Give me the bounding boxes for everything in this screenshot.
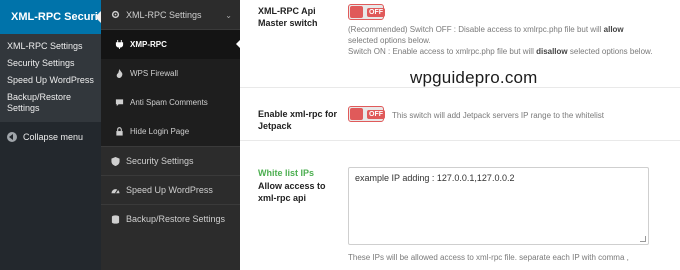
lock-icon bbox=[116, 127, 123, 136]
nav-speed-up-wordpress[interactable]: Speed Up WordPress bbox=[101, 175, 240, 204]
settings-content: XML-RPC Api Master switch OFF (Recommend… bbox=[240, 0, 680, 270]
gear-icon bbox=[111, 10, 120, 19]
submenu-security-settings[interactable]: Security Settings bbox=[0, 55, 101, 72]
plugin-menu-head[interactable]: XML-RPC Security bbox=[0, 0, 108, 34]
plugin-submenu: XML-RPC Settings Security Settings Speed… bbox=[0, 34, 101, 122]
nav-item-hide-login[interactable]: Hide Login Page bbox=[101, 117, 240, 146]
whitelist-section: White list IPs Allow access to xml-rpc a… bbox=[240, 150, 680, 270]
nav-section-label: XML-RPC Settings bbox=[126, 9, 202, 20]
plugin-nav: XML-RPC Settings ⌄ XMP-RPC WPS Firewall … bbox=[101, 0, 240, 270]
plugin-menu-title: XML-RPC Security bbox=[11, 11, 108, 23]
nav-item-wps-firewall[interactable]: WPS Firewall bbox=[101, 59, 240, 88]
submenu-speed-up-wordpress[interactable]: Speed Up WordPress bbox=[0, 72, 101, 89]
desc-text: selected options below. bbox=[567, 47, 653, 56]
nav-item-label: Anti Spam Comments bbox=[130, 98, 208, 107]
desc-text: Switch ON : Enable access to xmlrpc.php … bbox=[348, 47, 537, 56]
api-master-description: (Recommended) Switch OFF : Disable acces… bbox=[348, 24, 653, 57]
collapse-menu-label: Collapse menu bbox=[23, 132, 84, 142]
submenu-backup-restore[interactable]: Backup/Restore Settings bbox=[0, 89, 101, 117]
resize-handle[interactable] bbox=[640, 236, 646, 242]
watermark: wpguidepro.com bbox=[410, 68, 538, 87]
nav-item-label: Hide Login Page bbox=[130, 127, 190, 136]
nav-subsection: XMP-RPC WPS Firewall Anti Spam Comments … bbox=[101, 30, 240, 146]
whitelist-ips-textarea[interactable]: example IP adding : 127.0.0.1,127.0.0.2 bbox=[348, 167, 649, 245]
chevron-down-icon: ⌄ bbox=[225, 11, 232, 20]
shield-icon bbox=[111, 156, 120, 166]
nav-item-label: XMP-RPC bbox=[130, 40, 167, 49]
nav-item-label: WPS Firewall bbox=[130, 69, 179, 78]
whitelist-note: These IPs will be allowed access to xml-… bbox=[348, 253, 629, 262]
divider bbox=[240, 140, 680, 141]
desc-text: (Recommended) Switch OFF : Disable acces… bbox=[348, 25, 604, 34]
collapse-menu-button[interactable]: Collapse menu bbox=[0, 122, 101, 152]
jetpack-label: Enable xml-rpc for Jetpack bbox=[258, 109, 338, 131]
desc-emphasis: disallow bbox=[536, 47, 568, 56]
fire-icon bbox=[116, 69, 123, 78]
nav-section-xmlrpc-settings[interactable]: XML-RPC Settings ⌄ bbox=[101, 0, 240, 30]
nav-backup-restore[interactable]: Backup/Restore Settings bbox=[101, 204, 240, 233]
nav-item-xmp-rpc[interactable]: XMP-RPC bbox=[101, 30, 240, 59]
nav-main-label: Backup/Restore Settings bbox=[126, 214, 226, 224]
collapse-icon bbox=[7, 132, 17, 142]
desc-emphasis: allow bbox=[603, 25, 624, 34]
toggle-knob bbox=[350, 6, 363, 18]
dashboard-icon bbox=[111, 188, 120, 193]
divider bbox=[240, 87, 680, 88]
jetpack-toggle[interactable]: OFF bbox=[348, 106, 385, 122]
nav-main-label: Security Settings bbox=[126, 156, 194, 166]
database-icon bbox=[111, 214, 120, 224]
wp-admin-sidebar: XML-RPC Security XML-RPC Settings Securi… bbox=[0, 0, 108, 270]
nav-security-settings[interactable]: Security Settings bbox=[101, 146, 240, 175]
whitelist-title: White list IPs bbox=[258, 168, 315, 178]
submenu-xmlrpc-settings[interactable]: XML-RPC Settings bbox=[0, 38, 101, 55]
toggle-state: OFF bbox=[367, 8, 385, 17]
toggle-state: OFF bbox=[367, 110, 385, 119]
api-master-toggle[interactable]: OFF bbox=[348, 4, 385, 20]
toggle-knob bbox=[350, 108, 363, 120]
jetpack-description: This switch will add Jetpack servers IP … bbox=[392, 111, 604, 120]
api-master-label: XML-RPC Api Master switch bbox=[258, 6, 318, 28]
nav-item-anti-spam[interactable]: Anti Spam Comments bbox=[101, 88, 240, 117]
textarea-value: example IP adding : 127.0.0.1,127.0.0.2 bbox=[355, 173, 515, 183]
comment-icon bbox=[115, 99, 124, 107]
desc-text: selected options below. bbox=[348, 36, 431, 45]
plug-icon bbox=[115, 40, 124, 49]
nav-main-label: Speed Up WordPress bbox=[126, 185, 213, 195]
whitelist-subtitle: Allow access to xml-rpc api bbox=[258, 181, 326, 203]
